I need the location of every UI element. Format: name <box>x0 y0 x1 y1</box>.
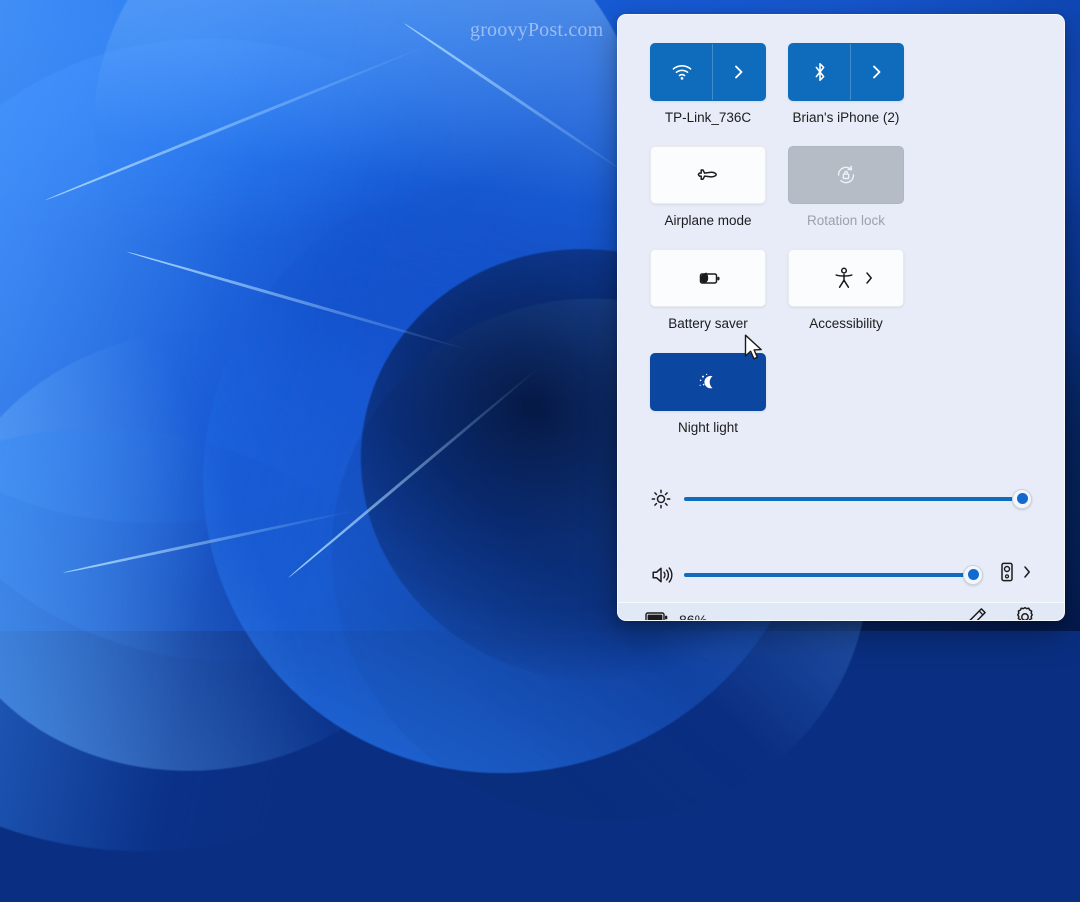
brightness-slider-row <box>650 472 1032 526</box>
tile-battery-saver-toggle[interactable] <box>651 250 765 306</box>
quick-settings-tiles-area: TP-Link_736C <box>618 15 1064 436</box>
tile-cell-airplane-mode: Airplane mode <box>650 146 766 229</box>
tile-cell-battery-saver: Battery saver <box>650 249 766 332</box>
audio-output-icon[interactable] <box>999 561 1015 588</box>
tile-wifi-toggle[interactable] <box>651 44 712 100</box>
tile-label-wifi: TP-Link_736C <box>650 110 766 126</box>
chevron-right-icon[interactable] <box>864 270 874 286</box>
tile-cell-rotation-lock: Rotation lock <box>788 146 904 229</box>
tile-label-accessibility: Accessibility <box>788 316 904 332</box>
tile-label-battery-saver: Battery saver <box>650 316 766 332</box>
chevron-right-icon <box>733 63 745 81</box>
volume-slider[interactable] <box>684 564 983 586</box>
tile-bluetooth[interactable] <box>788 43 904 101</box>
tile-battery-saver[interactable] <box>650 249 766 307</box>
volume-slider-track[interactable] <box>684 573 983 577</box>
bluetooth-icon <box>812 61 828 83</box>
airplane-icon <box>696 164 720 186</box>
tile-accessibility[interactable] <box>788 249 904 307</box>
tile-rotation-lock <box>788 146 904 204</box>
tile-cell-wifi: TP-Link_736C <box>650 43 766 126</box>
tile-wifi-expand[interactable] <box>712 44 765 100</box>
tile-label-night-light: Night light <box>650 420 766 436</box>
pencil-icon <box>966 606 988 621</box>
tile-bluetooth-expand[interactable] <box>850 44 903 100</box>
tile-cell-accessibility: Accessibility <box>788 249 904 332</box>
volume-slider-thumb[interactable] <box>963 565 983 585</box>
tile-cell-bluetooth: Brian's iPhone (2) <box>788 43 904 126</box>
brightness-slider-track[interactable] <box>684 497 1032 501</box>
tile-airplane-mode-toggle[interactable] <box>651 147 765 203</box>
tile-accessibility-toggle[interactable] <box>789 250 903 306</box>
edit-quick-settings-button[interactable] <box>960 603 994 621</box>
watermark: groovyPost.com <box>470 19 603 42</box>
tile-airplane-mode[interactable] <box>650 146 766 204</box>
tile-label-airplane-mode: Airplane mode <box>650 213 766 229</box>
tile-label-bluetooth: Brian's iPhone (2) <box>788 110 904 126</box>
brightness-icon <box>650 488 684 510</box>
brightness-slider-thumb[interactable] <box>1012 489 1032 509</box>
sliders-area <box>618 436 1064 602</box>
tile-rotation-lock-toggle <box>789 147 903 203</box>
quick-settings-panel: TP-Link_736C <box>617 14 1065 621</box>
battery-percent: 86% <box>679 612 707 621</box>
brightness-slider[interactable] <box>684 488 1032 510</box>
quick-settings-footer: 86% <box>618 602 1064 621</box>
volume-icon <box>650 564 684 586</box>
chevron-right-icon <box>871 63 883 81</box>
accessibility-icon <box>833 266 855 290</box>
mouse-pointer-icon <box>744 334 766 369</box>
open-settings-button[interactable] <box>1008 603 1042 621</box>
tile-wifi[interactable] <box>650 43 766 101</box>
gear-icon <box>1013 605 1037 621</box>
rotation-lock-icon <box>834 163 858 187</box>
battery-status: 86% <box>644 609 707 621</box>
tile-grid: TP-Link_736C <box>650 43 1032 436</box>
battery-saver-icon <box>694 269 722 287</box>
wifi-icon <box>671 63 693 81</box>
battery-icon <box>644 609 670 621</box>
tile-bluetooth-toggle[interactable] <box>789 44 850 100</box>
volume-output-selector[interactable] <box>999 561 1032 588</box>
volume-slider-row <box>650 548 1032 602</box>
tile-label-rotation-lock: Rotation lock <box>788 213 904 229</box>
night-light-icon <box>696 371 720 393</box>
chevron-right-icon[interactable] <box>1022 564 1032 585</box>
